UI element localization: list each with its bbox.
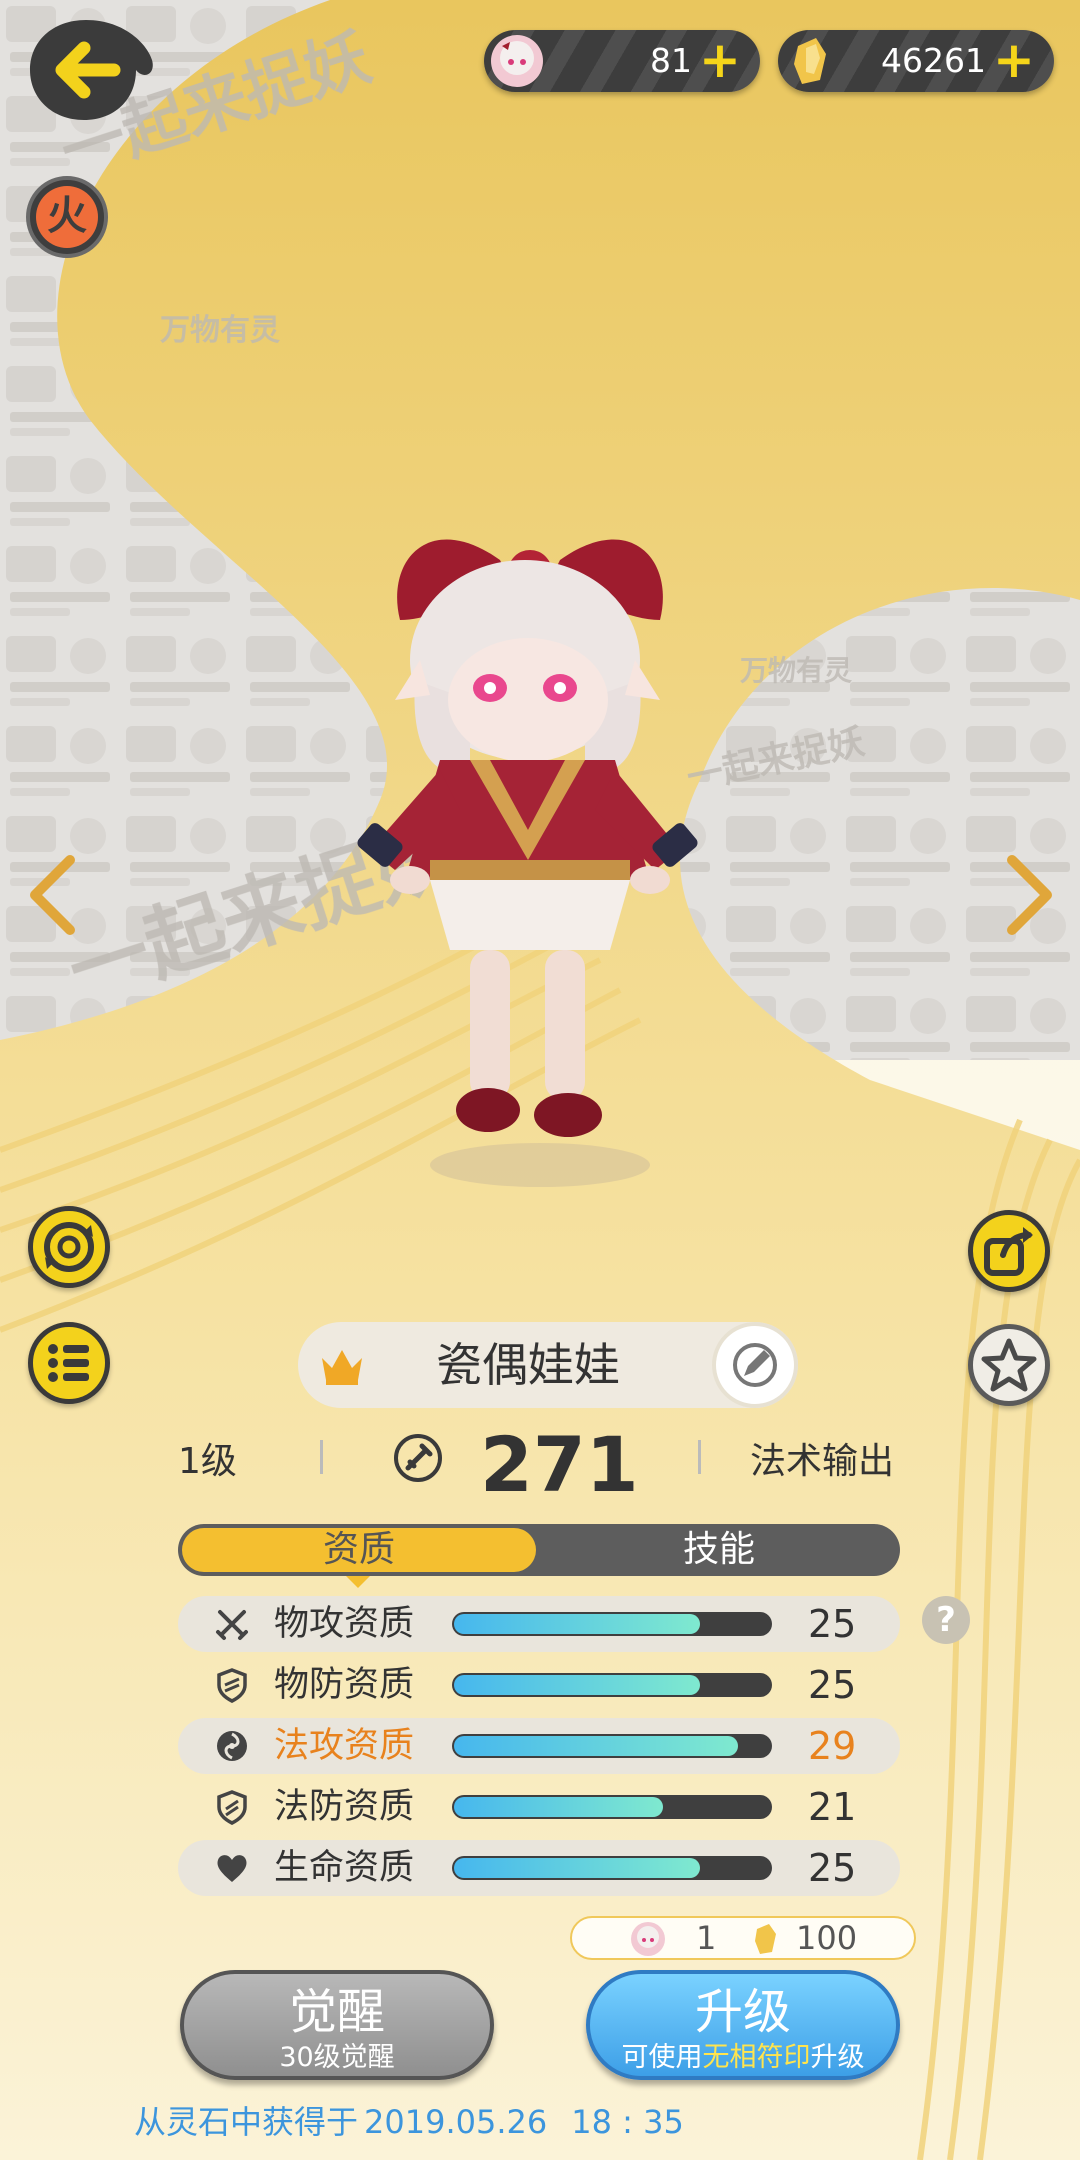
cost-crystal-amount: 100: [796, 1919, 858, 1957]
attribute-bar-fill: [454, 1858, 700, 1878]
divider: [698, 1440, 701, 1474]
doll-avatar-icon: [491, 35, 543, 87]
pet-role: 法术输出: [750, 1441, 895, 1482]
share-button[interactable]: [968, 1210, 1050, 1292]
crystal-currency-bar: 46261 +: [778, 30, 1054, 92]
attribute-bar: [452, 1856, 772, 1880]
awaken-sublabel: 30级觉醒: [279, 2042, 395, 2073]
crossed-swords-icon: [216, 1610, 248, 1640]
list-button[interactable]: [28, 1322, 110, 1404]
attribute-row: 物防资质 25: [178, 1657, 900, 1713]
watermark-text: 万物有灵: [740, 654, 852, 687]
doll-count: 81: [650, 41, 692, 80]
pet-level: 1级: [178, 1441, 237, 1482]
background-scene: 一起来捉妖 万物有灵 一起来捉妖 一起来捉妖 万物有灵: [0, 0, 1080, 2160]
attribute-row: 法防资质 21: [178, 1779, 900, 1835]
upgrade-sub-suffix: 升级: [810, 2042, 865, 2073]
attribute-label: 法防资质: [274, 1787, 415, 1827]
attribute-label: 物攻资质: [274, 1604, 415, 1644]
watermark-text: 万物有灵: [160, 313, 280, 348]
upgrade-label: 升级: [694, 1984, 791, 2040]
back-arrow-icon: [30, 20, 153, 120]
add-crystal-button[interactable]: +: [990, 35, 1038, 85]
favorite-button[interactable]: [968, 1324, 1050, 1406]
add-doll-button[interactable]: +: [696, 35, 744, 85]
attribute-label: 物防资质: [274, 1665, 415, 1705]
attribute-value: 25: [808, 1663, 857, 1707]
attribute-value: 21: [808, 1785, 857, 1829]
awaken-label: 觉醒: [288, 1984, 385, 2040]
help-button[interactable]: ?: [922, 1596, 970, 1644]
acquisition-info: 从灵石中获得于 2019.05.26 18 : 35: [134, 2097, 684, 2143]
attribute-value: 29: [808, 1724, 857, 1768]
attribute-label: 法攻资质: [274, 1726, 415, 1766]
attribute-row: 生命资质 25: [178, 1840, 900, 1896]
attribute-bar-fill: [454, 1675, 700, 1695]
attribute-label: 生命资质: [274, 1848, 415, 1888]
element-badge: 火: [26, 176, 108, 258]
upgrade-cost: 1 100: [570, 1916, 916, 1960]
attribute-bar: [452, 1734, 772, 1758]
upgrade-sub-prefix: 可使用: [621, 2042, 703, 2073]
power-sword-icon: [394, 1434, 442, 1482]
rename-button[interactable]: [712, 1322, 798, 1408]
star-icon: [981, 1338, 1037, 1392]
combat-power: 271: [480, 1420, 639, 1509]
attribute-value: 25: [808, 1846, 857, 1890]
attribute-row: 法攻资质 29: [178, 1718, 900, 1774]
doll-currency-bar: 81 +: [484, 30, 760, 92]
share-icon: [984, 1227, 1033, 1276]
upgrade-sublabel: 可使用无相符印升级: [590, 2042, 896, 2074]
attribute-bar: [452, 1673, 772, 1697]
upgrade-button[interactable]: 升级 可使用无相符印升级: [586, 1970, 900, 2080]
crystal-icon: [755, 1924, 776, 1954]
attribute-bar-fill: [454, 1736, 738, 1756]
attribute-row: 物攻资质 25: [178, 1596, 900, 1652]
attribute-bar: [452, 1795, 772, 1819]
back-button[interactable]: [26, 16, 166, 124]
fire-element-icon: 火: [36, 186, 98, 248]
attribute-value: 25: [808, 1602, 857, 1646]
cost-doll-amount: 1: [696, 1919, 717, 1957]
tab-qualification[interactable]: 资质: [182, 1528, 536, 1572]
pet-name-plate: 瓷偶娃娃: [298, 1322, 798, 1408]
attribute-bar: [452, 1612, 772, 1636]
divider: [320, 1440, 323, 1474]
doll-avatar-icon: [631, 1922, 665, 1956]
awaken-button[interactable]: 觉醒 30级觉醒: [180, 1970, 494, 2080]
acquisition-time: 18 : 35: [571, 2103, 684, 2141]
tab-pointer: [346, 1576, 370, 1588]
magic-orb-icon: [217, 1731, 247, 1761]
crystal-icon: [794, 38, 826, 84]
shield-icon: [217, 1668, 247, 1703]
refresh-cycle-icon: [44, 1222, 94, 1272]
tab-skills[interactable]: 技能: [538, 1524, 900, 1576]
upgrade-sub-item: 无相符印: [702, 2042, 811, 2073]
list-icon: [48, 1344, 89, 1382]
acquisition-date: 2019.05.26: [364, 2103, 548, 2141]
heart-icon: [217, 1855, 247, 1882]
crystal-count: 46261: [881, 41, 986, 80]
magic-shield-icon: [217, 1790, 247, 1825]
tab-bar: 资质 技能: [178, 1524, 900, 1576]
swap-pet-button[interactable]: [28, 1206, 110, 1288]
pencil-edit-icon: [733, 1343, 777, 1387]
attribute-bar-fill: [454, 1614, 700, 1634]
acquisition-text: 从灵石中获得于: [134, 2103, 359, 2141]
attribute-bar-fill: [454, 1797, 663, 1817]
